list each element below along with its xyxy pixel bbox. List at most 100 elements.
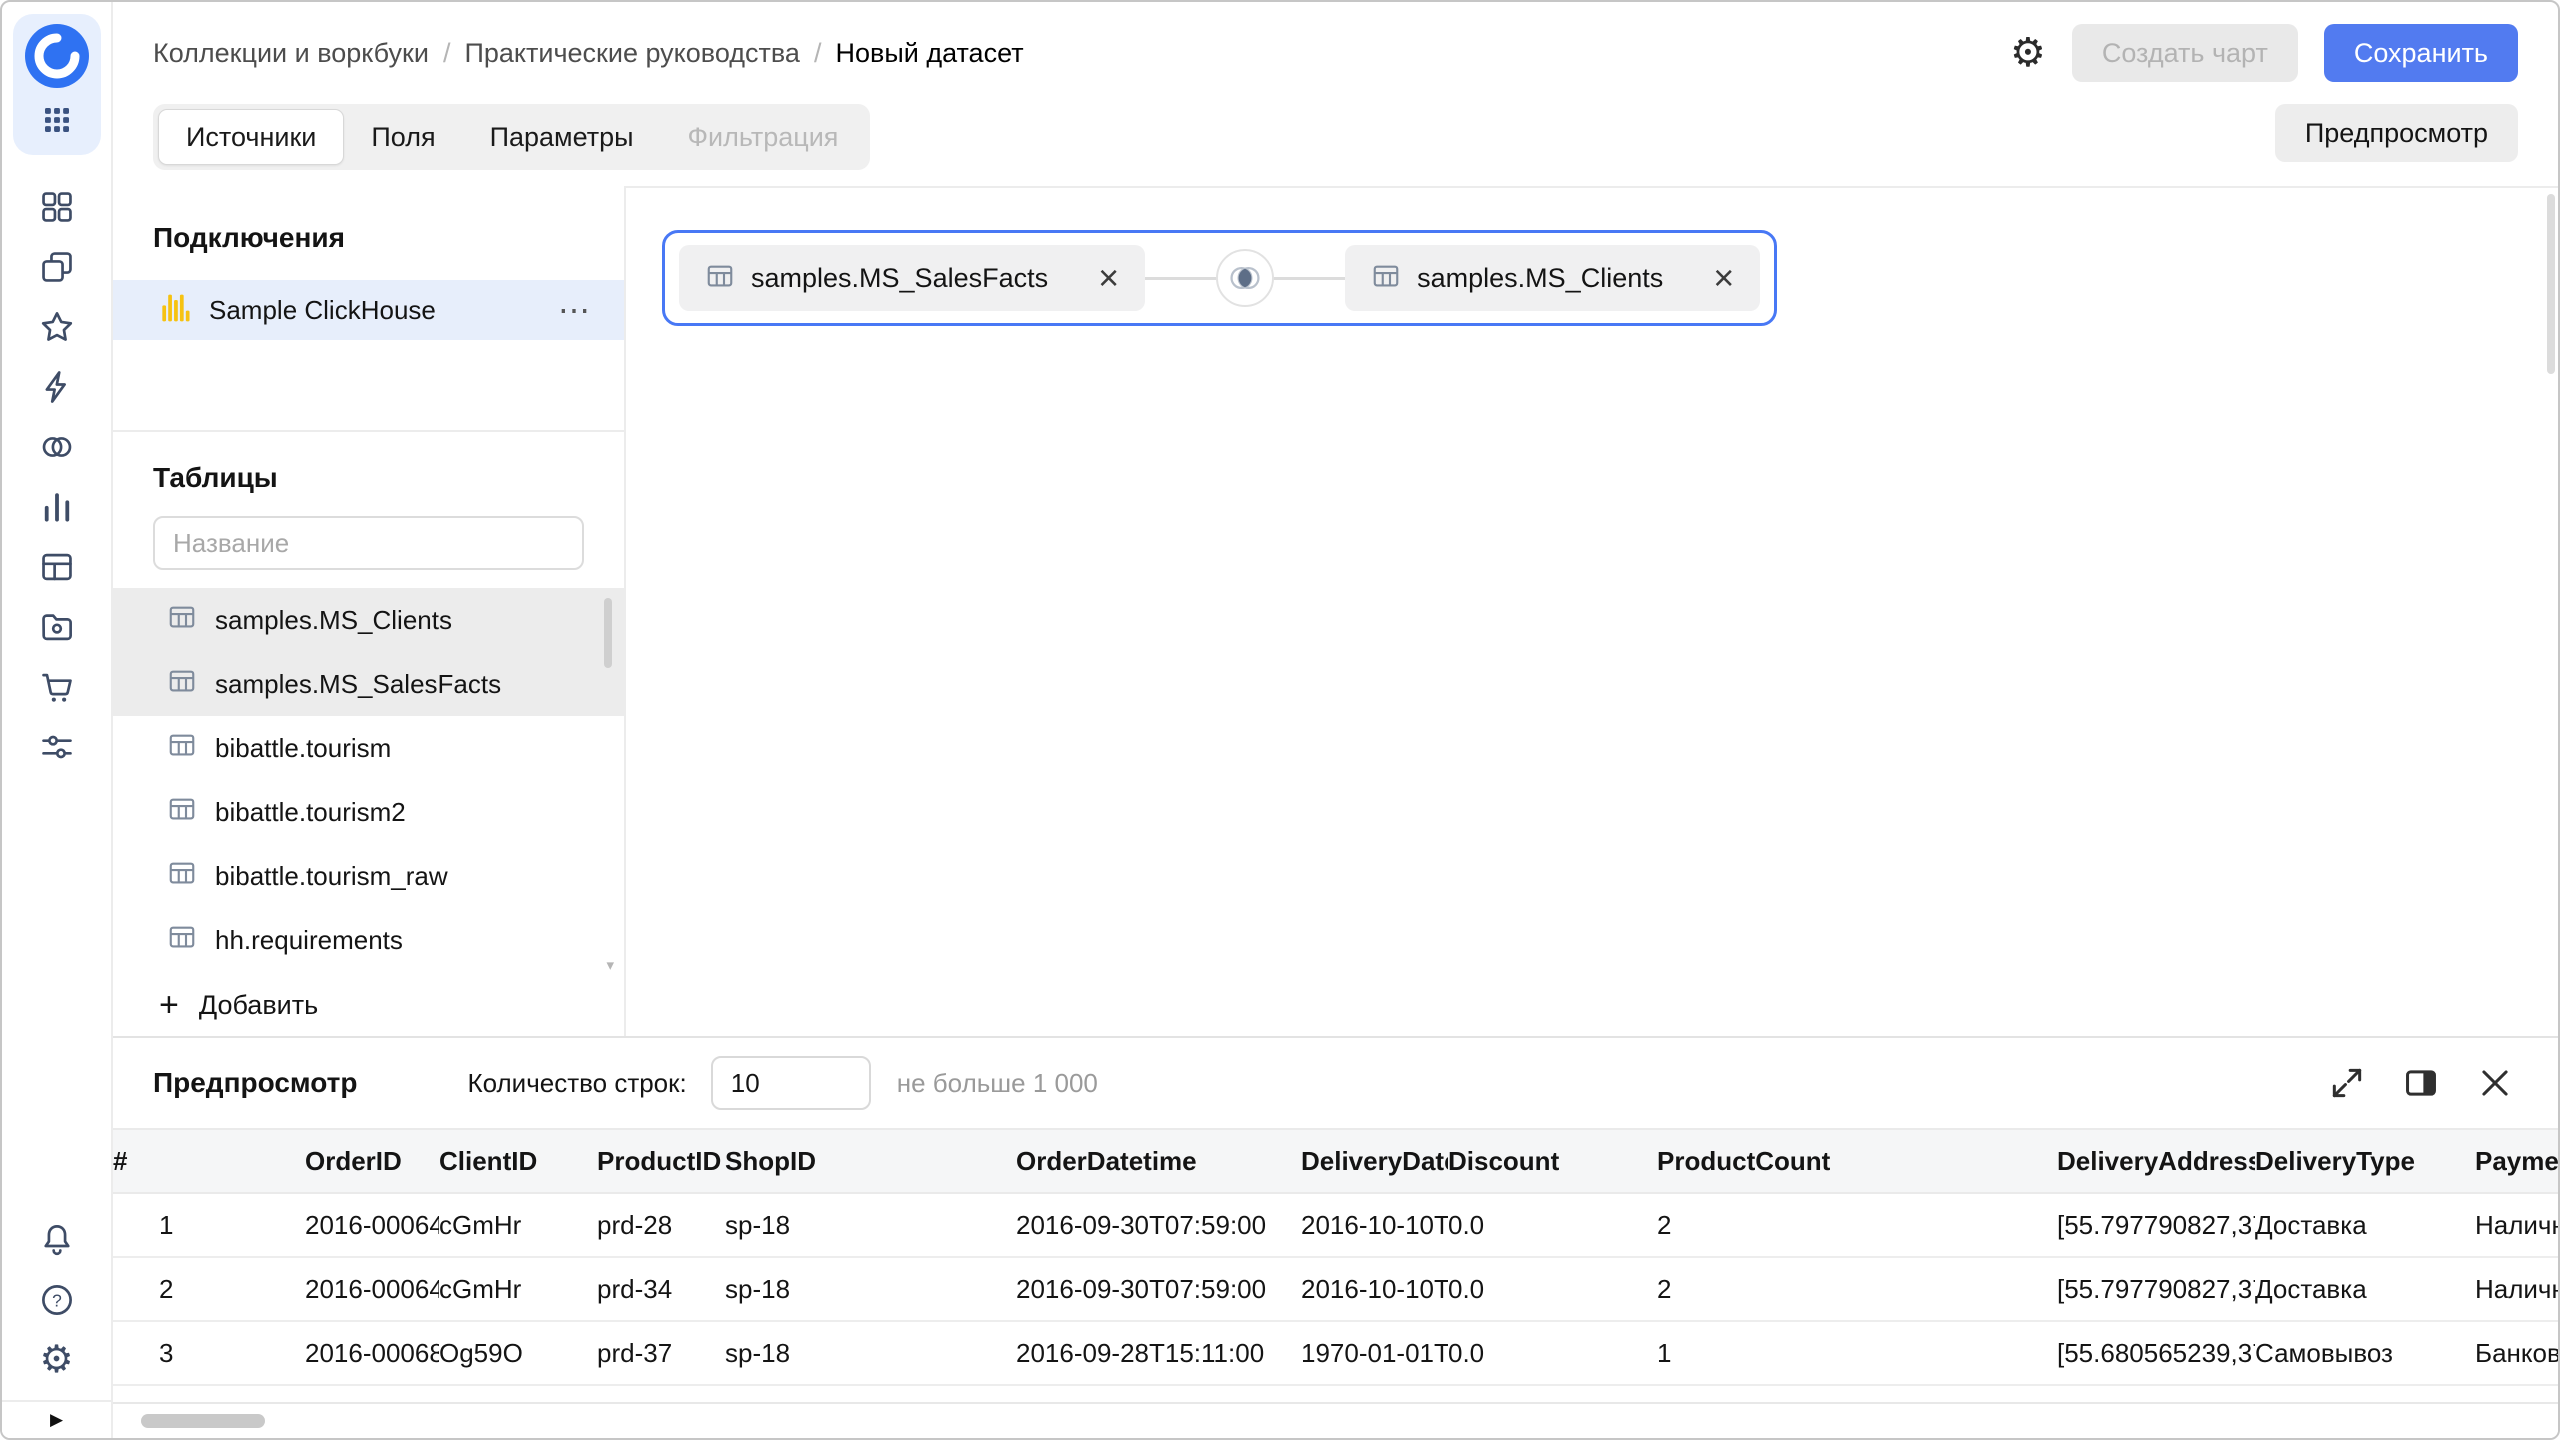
dataset-tabs: Источники Поля Параметры Фильтрация [153,104,870,170]
scrollbar-thumb[interactable] [2547,194,2555,374]
apps-grid-icon[interactable] [41,104,73,141]
table-row[interactable]: 3 2016-000688 Og59O prd-37 sp-18 2016-09… [113,1321,2558,1385]
cell-order-id: 2016-000643 [305,1193,439,1257]
tables-grid-icon[interactable] [33,543,81,591]
table-item[interactable]: samples.MS_Clients [113,588,624,652]
column-header[interactable]: OrderDatetime [1016,1129,1301,1193]
remove-source-icon[interactable]: × [1098,260,1119,296]
table-item[interactable]: bibattle.tourism [113,716,624,780]
join-group-selection[interactable]: samples.MS_SalesFacts × samples.MS_Clien… [662,230,1777,326]
cell-delivery-datetime: 1970-01-01T00:00:00 [1301,1321,1448,1385]
breadcrumb-collections-link[interactable]: Коллекции и воркбуки [153,38,429,69]
breadcrumb: Коллекции и воркбуки / Практические руко… [153,38,1024,69]
rail-bottom-icons: ? ⚙ [33,1210,81,1390]
preview-toggle-button[interactable]: Предпросмотр [2275,104,2518,162]
canvas-vertical-scrollbar[interactable] [2544,192,2556,1028]
horizontal-scrollbar[interactable] [113,1402,2558,1438]
connection-more-menu-icon[interactable]: ⋯ [558,294,590,326]
column-header[interactable]: ProductID [597,1129,725,1193]
table-icon [167,922,197,959]
breadcrumb-separator: / [443,38,451,69]
table-name: hh.requirements [215,925,403,956]
cell-shop-id: sp-18 [725,1257,1016,1321]
preview-actions [2328,1064,2514,1102]
cell-delivery-address-coord: [55.797790827,37.824400398] [2057,1193,2255,1257]
column-header[interactable]: ClientID [439,1129,597,1193]
row-count-input[interactable] [711,1056,871,1110]
table-row[interactable]: 2 2016-000643 cGmHr prd-34 sp-18 2016-09… [113,1257,2558,1321]
inner-join-venn-icon[interactable] [1216,249,1274,307]
source-chip-label: samples.MS_SalesFacts [751,263,1048,294]
split-panel-icon[interactable] [2402,1064,2440,1102]
marketplace-cart-icon[interactable] [33,663,81,711]
table-name: samples.MS_Clients [215,605,452,636]
cell-delivery-type: Самовывоз [2255,1321,2475,1385]
datasets-venn-icon[interactable] [33,423,81,471]
connection-item-sample-clickhouse[interactable]: Sample ClickHouse ⋯ [113,280,624,340]
column-header[interactable]: ShopID [725,1129,1016,1193]
breadcrumb-workbook-link[interactable]: Практические руководства [464,38,799,69]
column-header[interactable]: OrderID [305,1129,439,1193]
left-nav-rail: ? ⚙ ▶ [2,2,113,1438]
add-table-button[interactable]: + Добавить [159,988,318,1022]
cell-payment-type: Наличные [2475,1257,2558,1321]
expand-fullscreen-icon[interactable] [2328,1064,2366,1102]
cell-payment-type: Наличные [2475,1193,2558,1257]
tables-list-scroll-down-icon[interactable]: ▾ [606,956,614,974]
column-header[interactable]: ProductCount [1657,1129,2057,1193]
svg-text:?: ? [52,1290,62,1310]
cell-delivery-type: Доставка [2255,1257,2475,1321]
workbooks-icon[interactable] [33,243,81,291]
cell-shop-id: sp-18 [725,1193,1016,1257]
table-item[interactable]: hh.requirements [113,908,624,972]
add-table-label: Добавить [199,990,318,1021]
column-header[interactable]: DeliveryType [2255,1129,2475,1193]
help-question-icon[interactable]: ? [33,1276,81,1324]
scrollbar-thumb[interactable] [141,1414,265,1428]
tab-sources[interactable]: Источники [158,109,344,165]
table-item[interactable]: bibattle.tourism2 [113,780,624,844]
table-item[interactable]: bibattle.tourism_raw [113,844,624,908]
column-header[interactable]: DeliveryAddressCoord [2057,1129,2255,1193]
favorites-star-icon[interactable] [33,303,81,351]
expand-sidebar-button[interactable]: ▶ [2,1400,111,1438]
datalens-logo[interactable] [25,24,89,88]
column-header[interactable]: PaymentType [2475,1129,2558,1193]
table-name: bibattle.tourism_raw [215,861,448,892]
services-tune-icon[interactable] [33,723,81,771]
cell-client-id: cGmHr [439,1193,597,1257]
notifications-bell-icon[interactable] [33,1216,81,1264]
plus-icon: + [159,988,179,1022]
sources-canvas[interactable]: samples.MS_SalesFacts × samples.MS_Clien… [626,186,2558,1036]
source-chip-salesfacts[interactable]: samples.MS_SalesFacts × [679,245,1145,311]
column-header[interactable]: # [113,1129,305,1193]
remove-source-icon[interactable]: × [1713,260,1734,296]
create-chart-button[interactable]: Создать чарт [2072,24,2298,82]
table-icon [167,666,197,703]
table-search-input[interactable] [153,516,584,570]
column-header[interactable]: Discount [1448,1129,1657,1193]
save-button[interactable]: Сохранить [2324,24,2518,82]
tabs-row: Источники Поля Параметры Фильтрация Пред… [113,104,2558,186]
source-chip-clients[interactable]: samples.MS_Clients × [1345,245,1760,311]
tables-list-scrollbar[interactable] [604,598,612,668]
table-row[interactable]: 1 2016-000643 cGmHr prd-28 sp-18 2016-09… [113,1193,2558,1257]
settings-gear-icon[interactable]: ⚙ [33,1336,81,1384]
tab-fields[interactable]: Поля [344,109,462,165]
tab-parameters[interactable]: Параметры [463,109,661,165]
cell-row-number: 1 [113,1193,305,1257]
column-header[interactable]: DeliveryDatetime [1301,1129,1448,1193]
charts-bar-icon[interactable] [33,483,81,531]
table-icon [167,858,197,895]
close-icon[interactable] [2476,1064,2514,1102]
storage-folder-icon[interactable] [33,603,81,651]
tables-title: Таблицы [153,462,624,494]
table-item[interactable]: samples.MS_SalesFacts [113,652,624,716]
quick-lightning-icon[interactable] [33,363,81,411]
content-row: Подключения Sample ClickHouse ⋯ Таблицы … [113,186,2558,1036]
collections-icon[interactable] [33,183,81,231]
cell-delivery-type: Доставка [2255,1193,2475,1257]
connection-name: Sample ClickHouse [209,295,436,326]
dataset-settings-gear-icon[interactable]: ⚙ [2010,33,2046,73]
cell-order-datetime: 2016-09-30T07:59:00 [1016,1257,1301,1321]
